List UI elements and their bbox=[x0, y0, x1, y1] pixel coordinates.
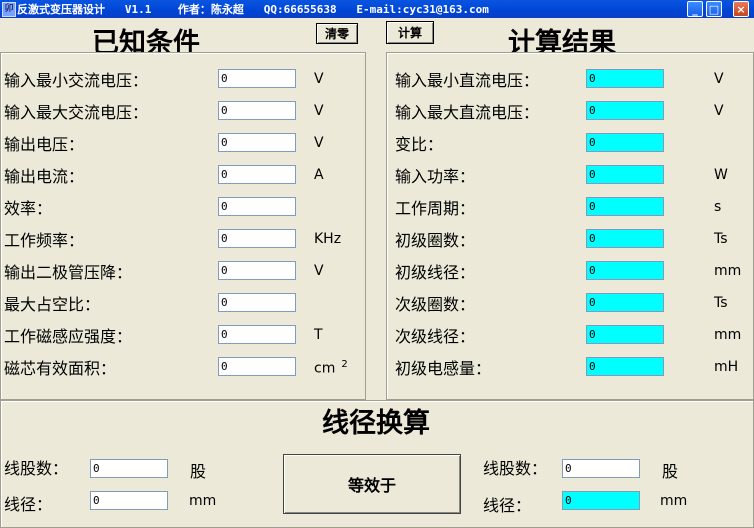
known-label-7: 最大占空比： bbox=[4, 295, 101, 314]
known-input-9[interactable]: 0 bbox=[218, 357, 296, 376]
result-label-6: 初级线径： bbox=[395, 263, 476, 282]
left-diameter-label: 线径： bbox=[4, 495, 53, 514]
result-unit-0: V bbox=[714, 71, 724, 87]
result-output-3[interactable]: 0 bbox=[586, 165, 664, 184]
known-unit-3: A bbox=[314, 167, 324, 183]
result-output-0[interactable]: 0 bbox=[586, 69, 664, 88]
result-unit-9: mH bbox=[714, 359, 738, 375]
known-unit-text-6: V bbox=[314, 263, 324, 279]
known-input-5[interactable]: 0 bbox=[218, 229, 296, 248]
result-unit-text-8: mm bbox=[714, 327, 742, 343]
known-unit-8: T bbox=[314, 327, 323, 343]
known-label-9: 磁芯有效面积： bbox=[4, 359, 117, 378]
left-strands-label: 线股数： bbox=[4, 459, 69, 478]
known-label-2: 输出电压： bbox=[4, 135, 85, 154]
known-unit-text-0: V bbox=[314, 71, 324, 87]
maximize-button[interactable]: □ bbox=[706, 1, 722, 17]
known-unit-5: KHz bbox=[314, 231, 341, 247]
left-diameter-unit: mm bbox=[189, 493, 217, 509]
result-output-4[interactable]: 0 bbox=[586, 197, 664, 216]
result-unit-text-9: mH bbox=[714, 359, 739, 375]
calculate-button[interactable]: 计算 bbox=[386, 21, 434, 44]
result-label-2: 变比： bbox=[395, 135, 444, 154]
left-strands-input[interactable]: 0 bbox=[90, 459, 168, 478]
right-diameter-label: 线径： bbox=[483, 496, 532, 515]
right-strands-unit: 股 bbox=[662, 462, 679, 481]
result-unit-text-6: mm bbox=[714, 263, 742, 279]
known-input-4[interactable]: 0 bbox=[218, 197, 296, 216]
known-unit-text-5: KHz bbox=[314, 231, 342, 247]
result-unit-8: mm bbox=[714, 327, 741, 343]
result-output-9[interactable]: 0 bbox=[586, 357, 664, 376]
result-output-2[interactable]: 0 bbox=[586, 133, 664, 152]
result-unit-3: W bbox=[714, 167, 728, 183]
left-diameter-input[interactable]: 0 bbox=[90, 491, 168, 510]
result-label-1: 输入最大直流电压： bbox=[395, 103, 540, 122]
known-input-8[interactable]: 0 bbox=[218, 325, 296, 344]
result-output-8[interactable]: 0 bbox=[586, 325, 664, 344]
close-button[interactable]: × bbox=[733, 1, 749, 17]
result-unit-text-4: s bbox=[714, 199, 722, 215]
result-label-4: 工作周期： bbox=[395, 199, 476, 218]
result-unit-5: Ts bbox=[714, 231, 728, 247]
result-label-9: 初级电感量： bbox=[395, 359, 492, 378]
known-input-1[interactable]: 0 bbox=[218, 101, 296, 120]
right-strands-input[interactable]: 0 bbox=[562, 459, 640, 478]
known-unit-6: V bbox=[314, 263, 324, 279]
known-unit-text-2: V bbox=[314, 135, 324, 151]
wire-heading: 线径换算 bbox=[322, 408, 430, 439]
result-unit-1: V bbox=[714, 103, 724, 119]
known-label-4: 效率： bbox=[4, 199, 53, 218]
known-label-6: 输出二极管压降： bbox=[4, 263, 133, 282]
title-bar[interactable]: 卯 反激式变压器设计 V1.1 作者：陈永超 QQ:66655638 E-mai… bbox=[0, 0, 754, 18]
known-unit-text-9: cm bbox=[314, 360, 336, 377]
known-label-0: 输入最小交流电压： bbox=[4, 71, 149, 90]
result-label-0: 输入最小直流电压： bbox=[395, 71, 540, 90]
known-unit-sup-9: 2 bbox=[341, 359, 348, 370]
known-label-3: 输出电流： bbox=[4, 167, 85, 186]
result-unit-6: mm bbox=[714, 263, 741, 279]
result-label-7: 次级圈数： bbox=[395, 295, 476, 314]
minimize-button[interactable]: _ bbox=[687, 1, 703, 17]
clear-button[interactable]: 清零 bbox=[316, 23, 358, 44]
result-unit-4: s bbox=[714, 199, 721, 215]
known-label-1: 输入最大交流电压： bbox=[4, 103, 149, 122]
known-label-5: 工作频率： bbox=[4, 231, 85, 250]
right-strands-label: 线股数： bbox=[483, 459, 548, 478]
result-unit-7: Ts bbox=[714, 295, 728, 311]
known-unit-1: V bbox=[314, 103, 324, 119]
result-unit-text-0: V bbox=[714, 71, 724, 87]
result-label-8: 次级线径： bbox=[395, 327, 476, 346]
known-unit-2: V bbox=[314, 135, 324, 151]
known-input-6[interactable]: 0 bbox=[218, 261, 296, 280]
known-input-3[interactable]: 0 bbox=[218, 165, 296, 184]
known-unit-0: V bbox=[314, 71, 324, 87]
known-input-2[interactable]: 0 bbox=[218, 133, 296, 152]
result-output-7[interactable]: 0 bbox=[586, 293, 664, 312]
left-strands-unit: 股 bbox=[190, 462, 207, 481]
known-unit-text-3: A bbox=[314, 167, 324, 183]
result-output-1[interactable]: 0 bbox=[586, 101, 664, 120]
result-unit-text-5: Ts bbox=[714, 231, 728, 247]
result-unit-text-7: Ts bbox=[714, 295, 728, 311]
result-output-5[interactable]: 0 bbox=[586, 229, 664, 248]
known-unit-text-8: T bbox=[314, 327, 323, 343]
known-unit-text-1: V bbox=[314, 103, 324, 119]
window-title: 反激式变压器设计 V1.1 作者：陈永超 QQ:66655638 E-mail:… bbox=[17, 3, 489, 16]
result-output-6[interactable]: 0 bbox=[586, 261, 664, 280]
result-unit-text-3: W bbox=[714, 167, 728, 183]
app-icon: 卯 bbox=[2, 2, 16, 17]
result-unit-text-1: V bbox=[714, 103, 724, 119]
known-unit-9: cm 2 bbox=[314, 359, 348, 377]
known-input-0[interactable]: 0 bbox=[218, 69, 296, 88]
known-input-7[interactable]: 0 bbox=[218, 293, 296, 312]
result-label-3: 输入功率： bbox=[395, 167, 476, 186]
client-area: 已知条件 清零 计算 计算结果 输入最小交流电压： 0 V 输入最大交流电压： 0 V 输出… bbox=[0, 18, 754, 528]
known-label-8: 工作磁感应强度： bbox=[4, 327, 133, 346]
equivalent-button[interactable]: 等效于 bbox=[283, 454, 461, 514]
right-diameter-unit: mm bbox=[660, 493, 688, 509]
result-label-5: 初级圈数： bbox=[395, 231, 476, 250]
right-diameter-output[interactable]: 0 bbox=[562, 491, 640, 510]
